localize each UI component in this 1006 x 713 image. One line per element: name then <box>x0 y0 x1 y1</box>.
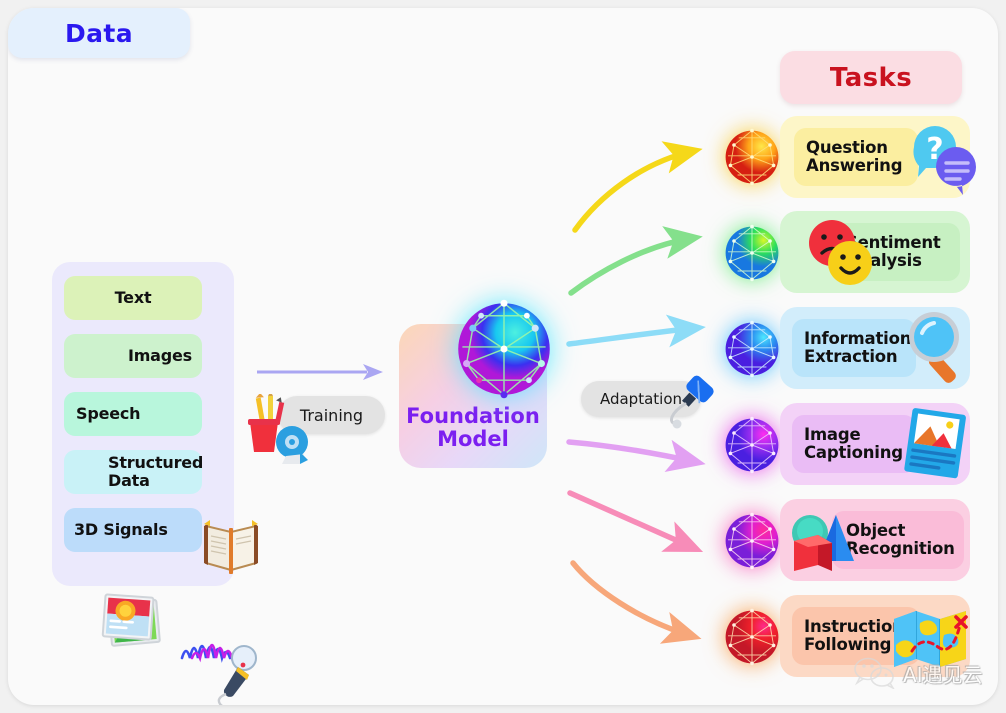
data-item-structured-data[interactable]: Structured Data <box>64 450 204 494</box>
data-header-label: Data <box>64 18 134 48</box>
data-item-label: Text <box>114 288 152 308</box>
watermark-text: AI遇见云 <box>903 662 983 687</box>
task-sphere-information-extraction <box>725 320 779 378</box>
task-sphere-question-answering <box>725 128 779 186</box>
watermark: AI遇见云 <box>853 653 998 693</box>
data-panel: Text Images Speech Structured Data 3D Si… <box>52 262 258 705</box>
task-card-information-extraction[interactable]: Information Extraction <box>780 307 970 389</box>
task-chip: Information Extraction <box>792 319 916 377</box>
wechat-icon <box>854 657 895 689</box>
data-item-label: Images <box>127 346 192 366</box>
task-chip: Image Captioning <box>792 415 916 473</box>
task-card-image-captioning[interactable]: Image Captioning <box>780 403 970 485</box>
svg-text:?: ? <box>926 132 943 167</box>
task-label: Question Answering <box>806 137 903 175</box>
network-sphere-icon <box>458 299 550 399</box>
task-label: Instruction Following <box>804 616 904 654</box>
tasks-header: Tasks <box>780 51 962 104</box>
data-item-label: Structured Data <box>108 453 204 490</box>
task-chip: Object Recognition <box>832 511 964 569</box>
data-item-images[interactable]: Images <box>64 334 202 378</box>
task-sphere-image-captioning <box>725 416 779 474</box>
tasks-header-label: Tasks <box>829 62 913 93</box>
data-item-label: 3D Signals <box>74 520 168 540</box>
microphone-wave-icon <box>180 643 257 705</box>
diagram-canvas: Data Text Images Speech Structured Data … <box>8 8 998 705</box>
task-sphere-sentiment-analysis <box>725 224 779 282</box>
data-item-text[interactable]: Text <box>64 276 202 320</box>
data-item-label: Speech <box>76 404 141 424</box>
data-item-speech[interactable]: Speech <box>64 392 202 436</box>
task-card-object-recognition[interactable]: Object Recognition <box>780 499 970 581</box>
photos-stack-icon <box>101 593 161 647</box>
foundation-model-label: Foundation Model <box>406 403 540 452</box>
screwdriver-icon <box>670 375 714 429</box>
open-book-icon <box>204 520 258 574</box>
data-header: Data <box>8 8 190 58</box>
data-item-3d-signals[interactable]: 3D Signals <box>64 508 202 552</box>
task-sphere-object-recognition <box>725 512 779 570</box>
pencil-cup-tape-measure-icon <box>248 394 308 464</box>
task-card-sentiment-analysis[interactable]: Sentiment Analysis <box>780 211 970 293</box>
task-card-question-answering[interactable]: Question Answering ? <box>780 116 976 198</box>
task-label: Information Extraction <box>804 328 912 366</box>
task-label: Sentiment Analysis <box>846 232 941 270</box>
task-chip: Question Answering <box>794 128 918 186</box>
task-sphere-instruction-following <box>725 608 779 666</box>
task-label: Image Captioning <box>804 424 903 462</box>
task-label: Object Recognition <box>846 520 955 558</box>
training-arrow <box>257 364 383 380</box>
task-chip: Sentiment Analysis <box>832 223 960 281</box>
